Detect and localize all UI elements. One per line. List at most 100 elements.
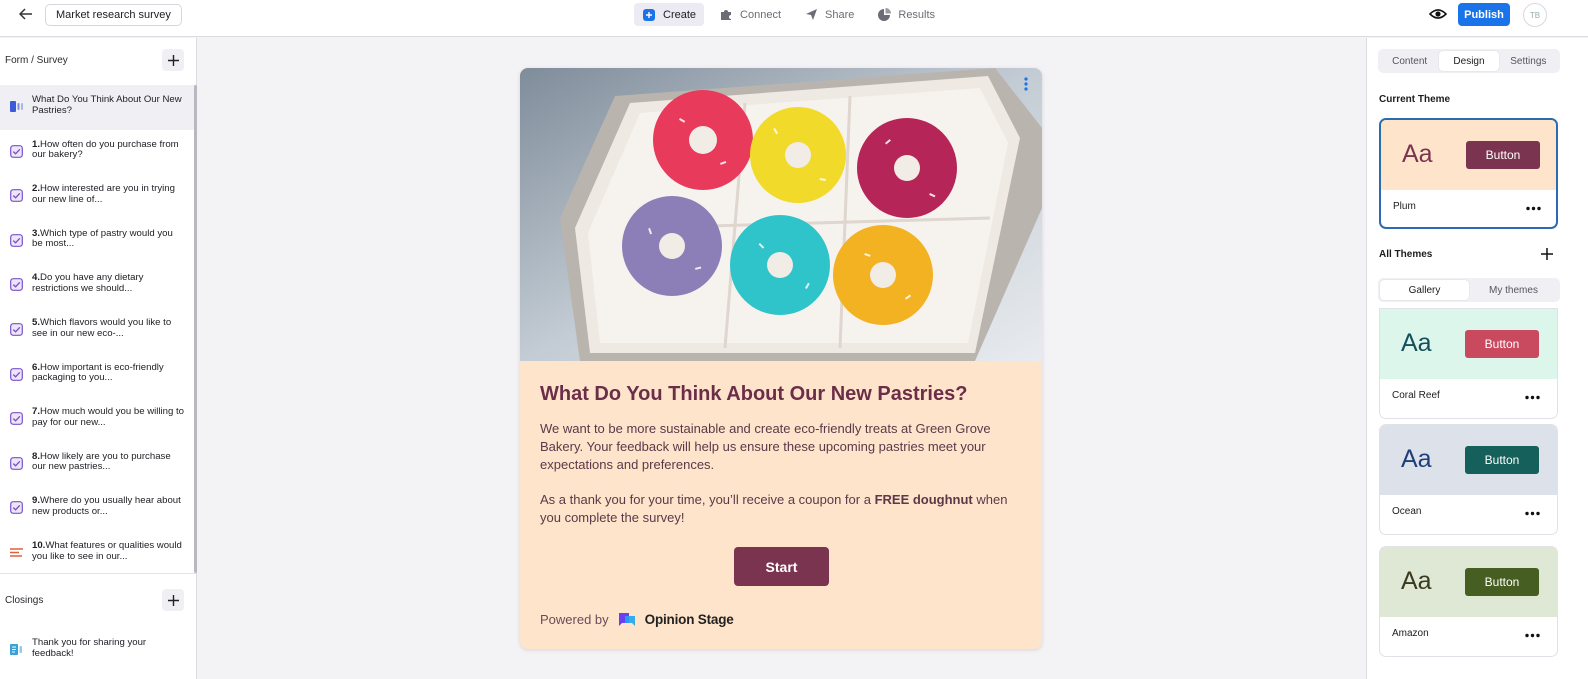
powered-by-label: Powered by xyxy=(540,611,609,627)
add-theme-icon[interactable] xyxy=(1540,247,1554,261)
create-icon xyxy=(642,8,656,22)
question-number: 5. xyxy=(32,316,41,328)
question-text: Do you have any dietary restrictions we … xyxy=(32,272,144,294)
question-item[interactable]: 2.How interested are you in trying our n… xyxy=(0,174,196,219)
card-desc-text: As a thank you for your time, you’ll rec… xyxy=(540,492,875,507)
current-theme-card[interactable]: Aa Button Plum xyxy=(1379,118,1558,229)
panel-tabs: Content Design Settings xyxy=(1378,49,1560,73)
card-more-options-icon[interactable] xyxy=(1019,76,1033,92)
theme-name: Plum xyxy=(1393,201,1416,212)
intro-card-label: What Do You Think About Our New Pastries… xyxy=(32,94,182,116)
card-desc-bold: FREE doughnut xyxy=(874,492,973,507)
question-item[interactable]: 3.Which type of pastry would you be most… xyxy=(0,219,196,264)
card-desc-paragraph-1: We want to be more sustainable and creat… xyxy=(540,421,991,472)
preview-eye-icon[interactable] xyxy=(1429,6,1447,22)
publish-button[interactable]: Publish xyxy=(1458,3,1510,26)
tab-share[interactable]: Share xyxy=(796,3,862,26)
card-title: What Do You Think About Our New Pastries… xyxy=(540,383,968,405)
question-item[interactable]: 7.How much would you be willing to pay f… xyxy=(0,397,196,442)
all-themes-label: All Themes xyxy=(1379,249,1433,260)
pie-chart-icon xyxy=(877,8,891,22)
add-closing-button[interactable] xyxy=(162,589,184,611)
tab-connect[interactable]: Connect xyxy=(711,3,789,26)
more-icon[interactable] xyxy=(1525,511,1540,516)
checkbox-icon xyxy=(10,278,23,292)
question-item[interactable]: 4.Do you have any dietary restrictions w… xyxy=(0,263,196,308)
question-text: Where do you usually hear about new prod… xyxy=(32,495,181,517)
tab-connect-label: Connect xyxy=(740,8,782,21)
opinion-stage-logo-icon xyxy=(616,609,638,629)
theme-font-sample: Aa xyxy=(1401,445,1432,473)
theme-name: Amazon xyxy=(1392,628,1429,639)
intro-card-icon xyxy=(10,100,23,113)
add-question-button[interactable] xyxy=(162,49,184,71)
powered-by[interactable]: Powered by Opinion Stage xyxy=(540,609,734,629)
question-item[interactable]: 5.Which flavors would you like to see in… xyxy=(0,308,196,353)
question-number: 2. xyxy=(32,183,41,195)
more-icon[interactable] xyxy=(1526,206,1541,211)
question-text: How often do you purchase from our baker… xyxy=(32,138,179,161)
question-item[interactable]: 9.Where do you usually hear about new pr… xyxy=(0,486,196,531)
question-text: How interested are you in trying our new… xyxy=(32,183,175,205)
tab-my-themes[interactable]: My themes xyxy=(1469,280,1558,300)
checkbox-icon xyxy=(10,233,23,247)
tab-create-label: Create xyxy=(663,8,697,21)
survey-intro-card: What Do You Think About Our New Pastries… xyxy=(520,68,1042,649)
tab-create[interactable]: Create xyxy=(634,3,705,26)
tab-gallery[interactable]: Gallery xyxy=(1380,280,1469,300)
question-list: What Do You Think About Our New Pastries… xyxy=(0,85,196,576)
tab-settings[interactable]: Settings xyxy=(1499,51,1558,71)
current-theme-label: Current Theme xyxy=(1379,94,1451,105)
theme-card[interactable]: Aa Button Amazon xyxy=(1379,546,1558,657)
theme-font-sample: Aa xyxy=(1401,329,1432,357)
tab-results-label: Results xyxy=(898,8,936,21)
more-icon[interactable] xyxy=(1525,395,1540,400)
theme-font-sample: Aa xyxy=(1401,567,1432,595)
more-icon[interactable] xyxy=(1525,633,1540,638)
closings-section-label: Closings xyxy=(5,594,44,606)
question-item[interactable]: 10.What features or qualities would you … xyxy=(0,531,196,576)
survey-title-field[interactable]: Market research survey xyxy=(45,4,182,26)
closings-section-header: Closings xyxy=(0,580,196,620)
sidebar-scrollbar[interactable] xyxy=(194,85,197,573)
start-button[interactable]: Start xyxy=(734,547,829,586)
theme-font-sample: Aa xyxy=(1402,140,1433,168)
checkbox-icon xyxy=(10,412,23,426)
question-number: 1. xyxy=(32,138,41,150)
question-number: 6. xyxy=(32,361,41,373)
question-item[interactable]: 6.How important is eco-friendly packagin… xyxy=(0,353,196,398)
question-text: What features or qualities would you lik… xyxy=(32,539,182,562)
theme-name: Coral Reef xyxy=(1392,390,1440,401)
design-panel: Content Design Settings Current Theme Aa… xyxy=(1366,38,1588,679)
back-arrow-icon[interactable] xyxy=(15,5,37,23)
main-nav: Create Connect Share Results xyxy=(634,3,950,26)
theme-preview: Aa Button xyxy=(1380,547,1557,617)
question-number: 3. xyxy=(32,227,41,239)
intro-card-item[interactable]: What Do You Think About Our New Pastries… xyxy=(0,85,196,130)
closing-card-label: Thank you for sharing your feedback! xyxy=(32,637,147,659)
question-item[interactable]: 8.How likely are you to purchase our new… xyxy=(0,442,196,487)
question-text: How likely are you to purchase our new p… xyxy=(32,450,171,473)
question-number: 7. xyxy=(32,406,41,418)
card-description: We want to be more sustainable and creat… xyxy=(540,420,1030,544)
top-bar: Market research survey Create Connect Sh… xyxy=(0,0,1588,37)
checkbox-icon xyxy=(10,501,23,515)
question-item[interactable]: 1.How often do you purchase from our bak… xyxy=(0,130,196,175)
avatar[interactable]: TB xyxy=(1523,3,1547,27)
checkbox-icon xyxy=(10,323,23,336)
checkbox-icon xyxy=(10,456,23,470)
closing-card-item[interactable]: Thank you for sharing your feedback! xyxy=(0,628,196,673)
checkbox-icon xyxy=(10,189,23,203)
gallery-tabs: Gallery My themes xyxy=(1378,278,1560,302)
tab-results[interactable]: Results xyxy=(869,3,943,26)
tab-content[interactable]: Content xyxy=(1380,51,1439,71)
question-number: 4. xyxy=(32,272,41,284)
theme-card[interactable]: Aa Button Ocean xyxy=(1379,424,1558,535)
tab-design[interactable]: Design xyxy=(1439,51,1499,71)
closing-card-icon xyxy=(10,643,23,656)
puzzle-icon xyxy=(719,8,733,22)
theme-button-sample: Button xyxy=(1465,568,1539,596)
form-section-label: Form / Survey xyxy=(5,54,68,66)
theme-card[interactable]: Aa Button Coral Reef xyxy=(1379,308,1558,419)
question-text: How important is eco-friendly packaging … xyxy=(32,361,164,384)
